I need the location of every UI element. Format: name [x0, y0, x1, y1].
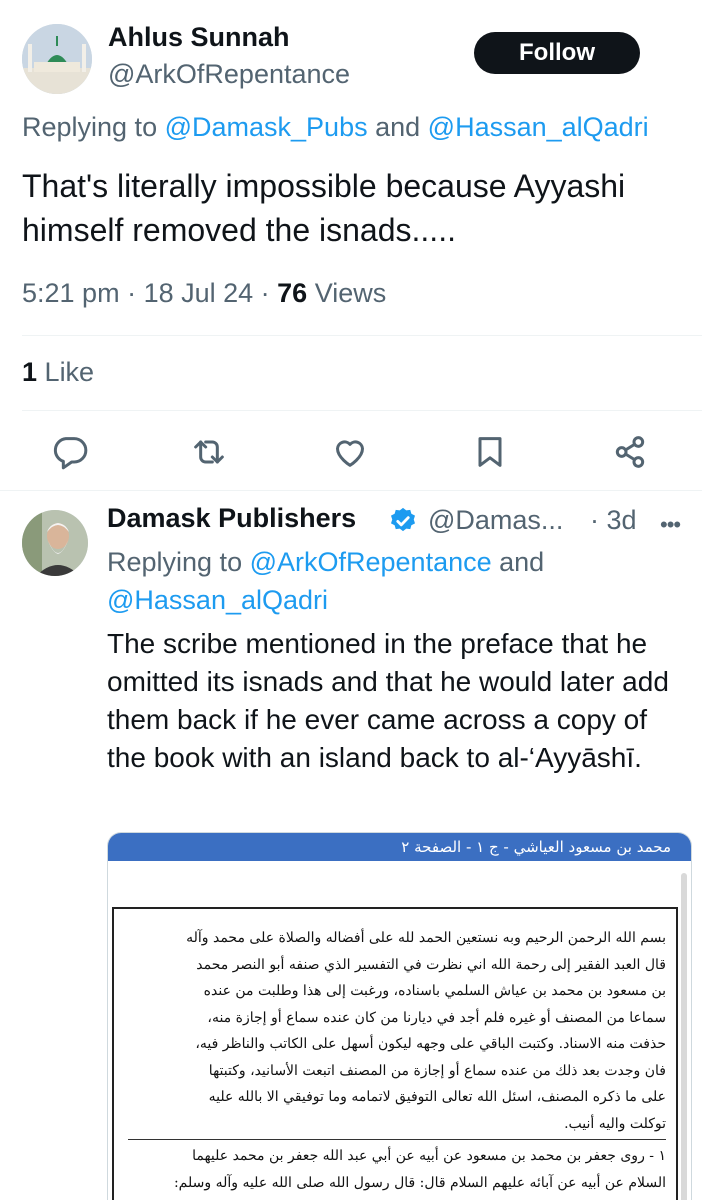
reply-time[interactable]: · 3d	[590, 505, 637, 536]
document-line: بسم الله الرحمن الرحيم وبه نستعين الحمد …	[186, 930, 666, 946]
replying-and: and	[491, 547, 545, 577]
like-icon[interactable]	[330, 432, 370, 472]
tweet-date[interactable]: 18 Jul 24	[144, 278, 254, 308]
reply-text: The scribe mentioned in the preface that…	[107, 628, 669, 773]
replying-and: and	[367, 112, 428, 142]
follow-button[interactable]: Follow	[474, 32, 640, 74]
mention-link[interactable]: @Damask_Pubs	[165, 112, 368, 142]
mention-link[interactable]: @ArkOfRepentance	[250, 547, 492, 577]
share-icon[interactable]	[610, 432, 650, 472]
author-handle[interactable]: @ArkOfRepentance	[108, 59, 350, 90]
document-line: قال العبد الفقير إلى رحمة الله اني نظرت …	[196, 956, 666, 973]
document-line: سماعا من المصنف أو غيره فلم أجد في ديارن…	[207, 1009, 666, 1026]
replying-prefix: Replying to	[22, 112, 165, 142]
reply-icon[interactable]	[50, 432, 90, 472]
replying-to: Replying to @Damask_Pubs and @Hassan_alQ…	[22, 112, 649, 143]
likes-label: Like	[44, 357, 95, 387]
document-line: السلام عن أبيه عن آبائه عليهم السلام قال…	[173, 1174, 666, 1191]
likes-summary[interactable]: 1 Like	[22, 357, 94, 388]
views-label: Views	[314, 278, 387, 308]
document-rule	[128, 1139, 666, 1140]
reply-replying-to: Replying to @ArkOfRepentance and @Hassan…	[107, 543, 687, 619]
author-name[interactable]: Ahlus Sunnah	[108, 22, 290, 53]
document-text: بسم الله الرحمن الرحيم وبه نستعين الحمد …	[128, 925, 666, 1196]
document-scrollbar	[681, 873, 687, 1200]
tweet-time[interactable]: 5:21 pm	[22, 278, 120, 308]
repost-icon[interactable]	[189, 432, 229, 472]
document-header: محمد بن مسعود العياشي - ج ١ - الصفحة ٢	[108, 833, 691, 861]
document-line: بن مسعود بن محمد بن عياش السلمي باسناده،…	[203, 983, 666, 999]
tweet-text: That's literally impossible because Ayya…	[22, 168, 626, 248]
document-line: توكلت واليه أنيب.	[564, 1115, 666, 1132]
likes-count: 1	[22, 357, 38, 387]
reply-author-handle[interactable]: @Damas...	[428, 505, 563, 536]
mention-link[interactable]: @Hassan_alQadri	[428, 112, 649, 142]
divider	[22, 335, 702, 336]
divider	[22, 410, 702, 411]
document-line: على ما ذكره المصنف، اسئل الله تعالى التو…	[208, 1089, 666, 1105]
views-count: 76	[277, 278, 308, 308]
reply-author-name[interactable]: Damask Publishers	[107, 503, 356, 534]
replying-prefix: Replying to	[107, 547, 250, 577]
author-avatar[interactable]	[22, 24, 92, 94]
tweet-meta: 5:21 pm · 18 Jul 24 · 76 Views	[22, 278, 387, 308]
bookmark-icon[interactable]	[470, 432, 510, 472]
mention-link[interactable]: @Hassan_alQadri	[107, 585, 328, 615]
verified-badge-icon	[388, 506, 418, 536]
document-line: ١ - روى جعفر بن محمد بن مسعود عن أبيه عن…	[192, 1148, 666, 1164]
attached-image[interactable]: محمد بن مسعود العياشي - ج ١ - الصفحة ٢ ب…	[107, 832, 692, 1200]
document-line: حذفت منه الاسناد. وكتبت الباقي على وجهه …	[195, 1036, 666, 1052]
document-page: بسم الله الرحمن الرحيم وبه نستعين الحمد …	[112, 907, 678, 1200]
reply-time-value: 3d	[606, 505, 637, 535]
document-line: فان وجدت بعد ذلك من عنده سماع أو إجازة م…	[208, 1062, 666, 1079]
tweet-separator	[0, 490, 702, 491]
main-tweet: Ahlus Sunnah @ArkOfRepentance Follow Rep…	[0, 0, 702, 490]
more-options-icon[interactable]: •••	[660, 512, 681, 538]
reply-author-avatar[interactable]	[22, 510, 88, 576]
